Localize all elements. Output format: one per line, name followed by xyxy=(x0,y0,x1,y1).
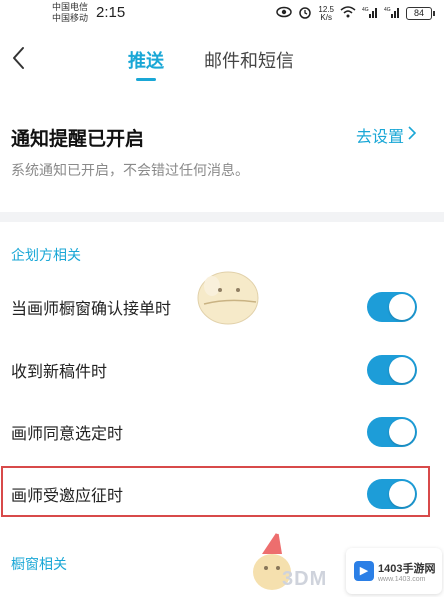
notification-subtitle: 系统通知已开启，不会错过任何消息。 xyxy=(11,162,249,178)
toggle-switch[interactable] xyxy=(367,479,417,509)
net-speed-unit: K/s xyxy=(320,12,332,22)
clock: 2:15 xyxy=(96,4,126,21)
site-logo-icon: ▶ xyxy=(354,561,374,581)
site-name: 1403手游网 xyxy=(378,562,436,575)
signal-2-label: 4G xyxy=(384,7,391,13)
section-header-showcase: 橱窗相关 xyxy=(11,556,67,572)
setting-label: 收到新稿件时 xyxy=(11,364,108,381)
chevron-right-icon xyxy=(408,125,417,145)
setting-label: 画师同意选定时 xyxy=(11,426,124,443)
watermark-3dm: 3DM xyxy=(282,568,328,590)
setting-row-artist-invited-apply: 画师受邀应征时 xyxy=(0,463,444,525)
setting-label: 画师受邀应征时 xyxy=(11,488,124,505)
net-speed: 12.5 K/s xyxy=(318,5,334,22)
toggle-knob xyxy=(389,357,415,383)
site-badge-logo: ▶ 1403手游网 www.1403.com xyxy=(346,548,442,594)
wifi-icon xyxy=(340,6,356,21)
notification-status-card: 通知提醒已开启 系统通知已开启，不会错过任何消息。 去设置 xyxy=(0,104,444,194)
setting-row-artist-agree-selection: 画师同意选定时 xyxy=(0,401,444,463)
mascot-watermark-icon xyxy=(190,250,270,335)
carrier-1: 中国电信 xyxy=(52,2,89,12)
eye-icon xyxy=(276,6,293,21)
notification-title: 通知提醒已开启 xyxy=(11,129,145,150)
go-settings-link[interactable]: 去设置 xyxy=(355,123,417,147)
toggle-switch[interactable] xyxy=(367,355,417,385)
section-header-planner: 企划方相关 xyxy=(11,247,81,263)
toggle-knob xyxy=(389,419,415,445)
back-arrow-icon[interactable] xyxy=(8,44,32,72)
carrier-2: 中国移动 xyxy=(52,13,89,23)
toggle-switch[interactable] xyxy=(367,292,417,322)
go-settings-label: 去设置 xyxy=(355,129,404,146)
toggle-switch[interactable] xyxy=(367,417,417,447)
status-bar: 中国电信 中国移动 2:15 12.5 K/s 4G 4G 84 xyxy=(0,0,444,34)
alarm-icon xyxy=(298,5,312,22)
tab-push[interactable]: 推送 xyxy=(128,47,164,81)
signal-icon-1: 4G xyxy=(362,6,378,21)
section-divider xyxy=(0,212,444,222)
site-badge-text: 1403手游网 www.1403.com xyxy=(378,560,435,583)
status-icons: 12.5 K/s 4G 4G 84 xyxy=(276,5,435,22)
signal-icon-2: 4G xyxy=(384,6,400,21)
carrier-info: 中国电信 中国移动 xyxy=(52,2,88,24)
setting-row-new-draft: 收到新稿件时 xyxy=(0,339,444,401)
toggle-knob xyxy=(389,481,415,507)
battery-icon: 84 xyxy=(406,7,435,20)
signal-1-label: 4G xyxy=(362,7,369,13)
toggle-knob xyxy=(389,294,415,320)
nav-bar: 推送 邮件和短信 xyxy=(0,34,444,94)
site-url: www.1403.com xyxy=(378,575,426,583)
tab-mail-sms[interactable]: 邮件和短信 xyxy=(204,47,294,73)
setting-label: 当画师橱窗确认接单时 xyxy=(11,301,172,318)
